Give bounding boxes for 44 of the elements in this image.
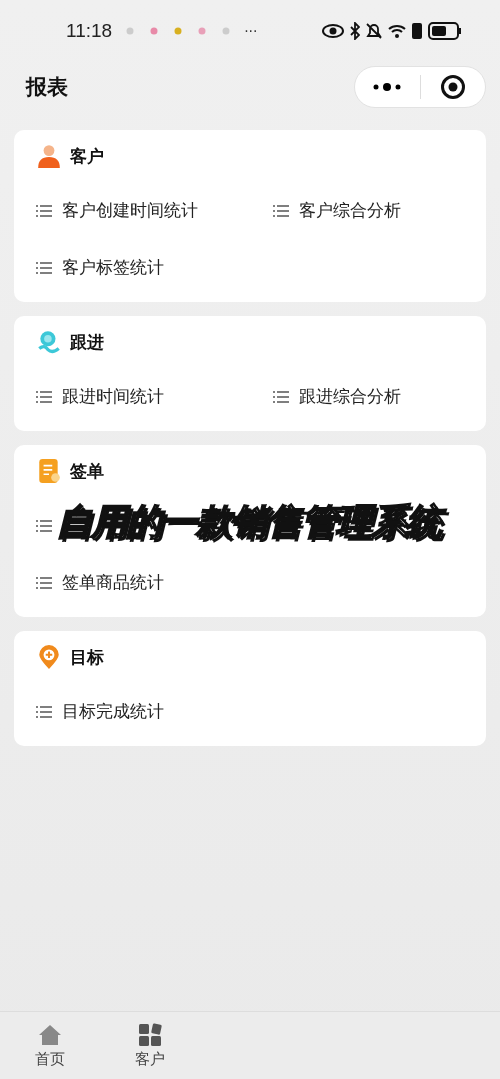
report-link[interactable]: 客户创建时间统计	[62, 199, 198, 222]
location-pin-icon	[36, 644, 62, 670]
list-icon	[36, 518, 52, 533]
section-title: 客户	[70, 144, 104, 168]
list-icon	[273, 203, 289, 218]
wifi-icon	[388, 24, 406, 38]
muted-bell-icon	[366, 23, 382, 39]
sim-icon	[412, 23, 422, 39]
document-icon	[36, 458, 62, 484]
home-icon	[38, 1022, 62, 1047]
notification-dot-icon	[222, 27, 231, 35]
grid-icon	[138, 1022, 162, 1047]
more-notifications: ···	[244, 23, 258, 39]
list-icon	[36, 260, 52, 275]
notification-dot-icon	[126, 27, 135, 35]
tab-item[interactable]: 客户	[100, 1012, 200, 1079]
report-link[interactable]: 目标完成统计	[62, 700, 164, 723]
target-icon	[439, 74, 466, 100]
list-icon	[273, 389, 289, 404]
battery-icon	[428, 22, 462, 40]
list-icon	[36, 389, 52, 404]
status-time: 11:18	[66, 20, 113, 42]
page-title: 报表	[26, 74, 68, 101]
list-icon	[36, 704, 52, 719]
section-title: 跟进	[70, 330, 104, 354]
chat-icon	[36, 329, 62, 355]
report-link[interactable]: 客户标签统计	[62, 256, 164, 279]
notification-dot-icon	[174, 27, 183, 35]
notification-dot-icon	[150, 27, 159, 35]
report-link[interactable]: 跟进综合分析	[299, 385, 401, 408]
list-icon	[36, 203, 52, 218]
eye-icon	[322, 24, 344, 38]
person-icon	[36, 143, 62, 169]
notification-dot-icon	[198, 27, 207, 35]
section-title: 签单	[70, 459, 104, 483]
section-title: 目标	[70, 645, 104, 669]
report-link[interactable]: 跟进时间统计	[62, 385, 164, 408]
list-icon	[36, 575, 52, 590]
report-link[interactable]: 签单商品统计	[62, 571, 164, 594]
bluetooth-icon	[350, 22, 360, 40]
caption-overlay: 自用的一款销售管理系统	[56, 500, 446, 548]
tab-item[interactable]: 首页	[0, 1012, 100, 1079]
more-icon	[372, 83, 403, 91]
report-link[interactable]: 客户综合分析	[299, 199, 401, 222]
